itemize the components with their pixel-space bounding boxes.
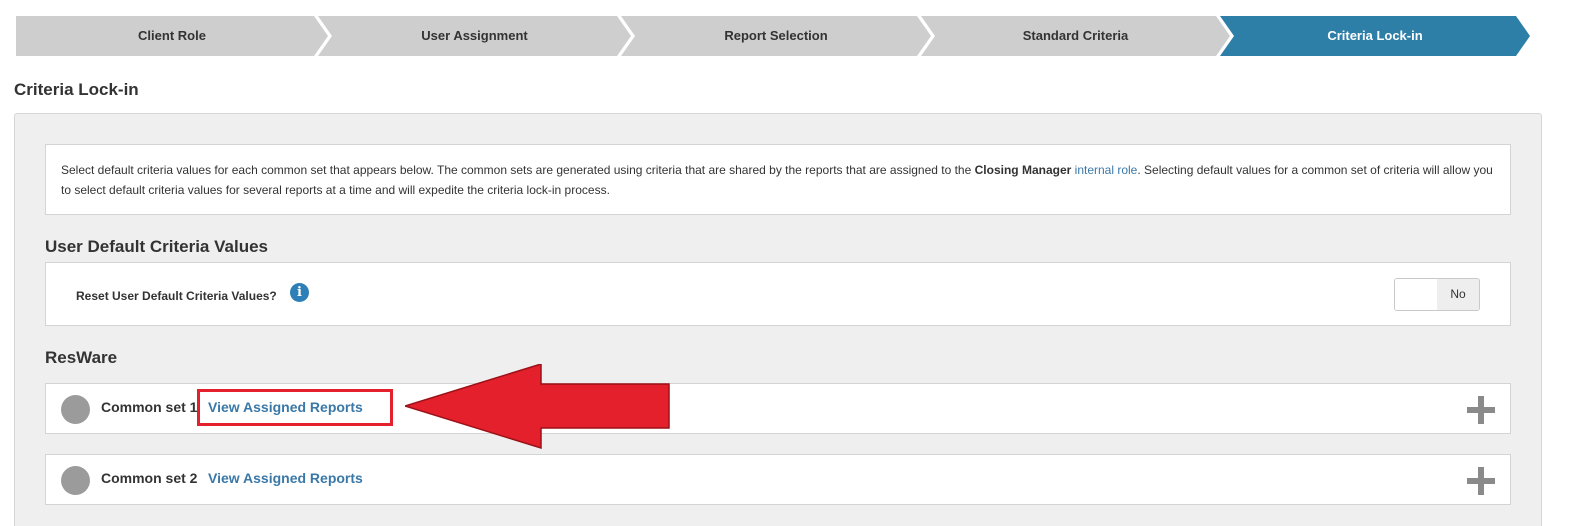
common-set-row[interactable]: Common set 2 View Assigned Reports bbox=[45, 454, 1511, 505]
step-client-role[interactable]: Client Role bbox=[16, 16, 328, 56]
step-standard-criteria[interactable]: Standard Criteria bbox=[921, 16, 1230, 56]
view-assigned-reports-link[interactable]: View Assigned Reports bbox=[208, 470, 363, 486]
expand-plus-icon[interactable] bbox=[1467, 467, 1495, 495]
reset-defaults-label: Reset User Default Criteria Values? bbox=[76, 289, 277, 303]
status-circle-icon bbox=[61, 395, 90, 424]
expand-plus-icon[interactable] bbox=[1467, 396, 1495, 424]
page-title: Criteria Lock-in bbox=[14, 80, 139, 99]
toggle-value: No bbox=[1437, 279, 1479, 310]
criteria-panel: Select default criteria values for each … bbox=[14, 113, 1542, 526]
instructions-box: Select default criteria values for each … bbox=[45, 144, 1511, 215]
resware-title: ResWare bbox=[45, 348, 118, 367]
annotation-arrow-icon bbox=[405, 364, 670, 450]
step-user-assignment[interactable]: User Assignment bbox=[318, 16, 631, 56]
step-report-selection[interactable]: Report Selection bbox=[621, 16, 931, 56]
internal-role-link[interactable]: internal role bbox=[1075, 163, 1138, 177]
step-criteria-lock-in[interactable]: Criteria Lock-in bbox=[1220, 16, 1530, 56]
instructions-text-start: Select default criteria values for each … bbox=[61, 163, 975, 177]
role-name: Closing Manager bbox=[974, 163, 1072, 177]
reset-defaults-row: Reset User Default Criteria Values? i No bbox=[45, 262, 1511, 326]
toggle-knob[interactable] bbox=[1395, 279, 1438, 310]
reset-defaults-toggle[interactable]: No bbox=[1394, 278, 1480, 311]
user-defaults-title: User Default Criteria Values bbox=[45, 237, 268, 256]
common-set-label: Common set 2 bbox=[101, 470, 198, 486]
status-circle-icon bbox=[61, 466, 90, 495]
common-set-label: Common set 1 bbox=[101, 399, 198, 415]
info-icon[interactable]: i bbox=[290, 283, 309, 302]
wizard-steps: Client Role User Assignment Report Selec… bbox=[16, 16, 1532, 56]
annotation-highlight-box bbox=[197, 389, 393, 426]
